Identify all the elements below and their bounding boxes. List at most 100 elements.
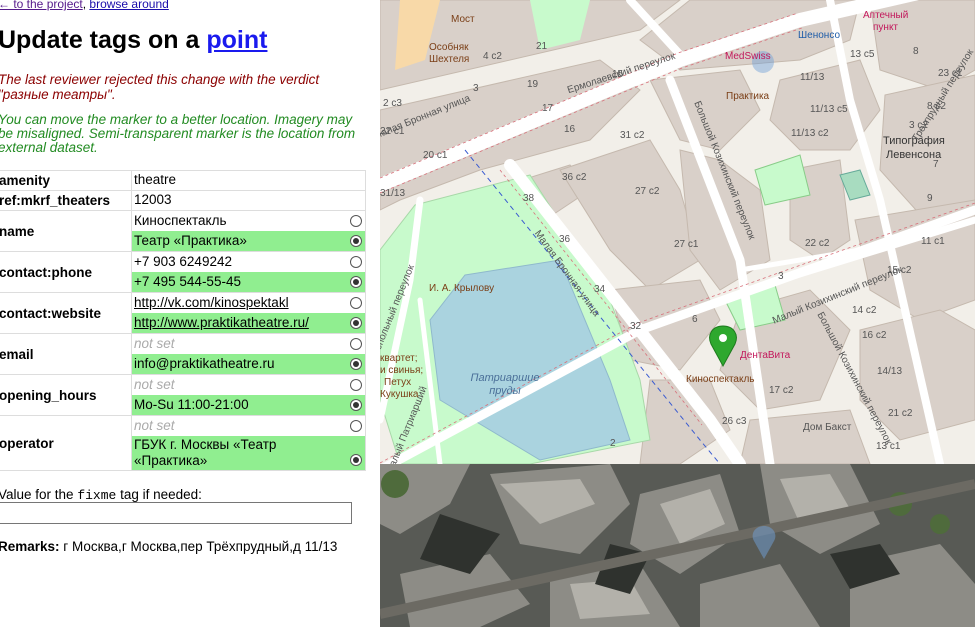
house-number: 2 — [610, 438, 616, 449]
tag-option-selected[interactable]: http://www.praktikatheatre.ru/ — [132, 313, 365, 333]
poi-label: Практика — [726, 91, 770, 102]
house-number: 11/13 с5 — [810, 104, 848, 115]
option-radio-checked[interactable] — [350, 235, 362, 247]
point-link[interactable]: point — [206, 26, 267, 54]
house-number: 31 с2 — [620, 130, 645, 141]
option-radio[interactable] — [350, 338, 362, 350]
marker-hint: You can move the marker to a better loca… — [0, 113, 376, 155]
fixme-label-prefix: Value for the — [0, 487, 78, 502]
house-number: 14/13 — [877, 366, 903, 377]
house-number: 11/13 — [800, 72, 825, 83]
tag-option-label: Mo-Su 11:00-21:00 — [134, 397, 249, 412]
tag-option[interactable]: Киноспектакль — [132, 211, 365, 231]
house-number: 2 с3 — [383, 98, 402, 109]
marker-hint-line3: external dataset. — [0, 140, 98, 155]
tag-key: opening_hours — [0, 374, 132, 416]
option-radio[interactable] — [350, 420, 362, 432]
house-number: 27 с2 — [635, 186, 660, 197]
poi-label: MedSwiss — [725, 51, 771, 62]
tag-option-selected[interactable]: info@praktikatheatre.ru — [132, 354, 365, 374]
poi-label: квартет; — [380, 353, 418, 364]
remarks: Remarks: г Москва,г Москва,пер Трёхпрудн… — [0, 539, 337, 554]
tag-option[interactable]: http://vk.com/kinospektakl — [132, 293, 365, 313]
poi-label: и свинья; — [380, 365, 424, 376]
tag-row-name: name Киноспектакль Театр «Практика» — [0, 210, 366, 252]
back-to-project-link[interactable]: ← to the project — [0, 0, 83, 11]
house-number: 9 — [927, 193, 933, 204]
tag-option-label: info@praktikatheatre.ru — [134, 356, 275, 371]
house-number: 7 — [933, 159, 939, 170]
house-number: 17 с2 — [769, 385, 794, 396]
not-set-label: not set — [134, 377, 175, 392]
tag-key: ref:mkrf_theaters — [0, 190, 132, 211]
not-set-label: not set — [134, 336, 175, 351]
website-link[interactable]: http://vk.com/kinospektakl — [134, 295, 289, 310]
satellite-canvas — [380, 464, 975, 627]
website-link[interactable]: http://www.praktikatheatre.ru/ — [134, 315, 309, 330]
tag-value: theatre — [134, 172, 177, 187]
tag-key: amenity — [0, 170, 132, 191]
house-number: 8 с2 — [927, 101, 946, 112]
poi-label: Аптечный — [863, 10, 909, 21]
house-number: 11 с1 — [921, 236, 945, 247]
house-number: 32 — [630, 321, 642, 332]
fixme-label: Value for the fixme tag if needed: — [0, 487, 202, 503]
reject-message-line1: The last reviewer rejected this change w… — [0, 72, 320, 87]
house-number: 34 — [594, 284, 606, 295]
option-radio[interactable] — [350, 256, 362, 268]
option-radio[interactable] — [350, 379, 362, 391]
option-radio-checked[interactable] — [350, 358, 362, 370]
poi-label: И. А. Крылову — [429, 283, 495, 294]
house-number: 15 с2 — [887, 265, 912, 276]
house-number: 4 с2 — [483, 51, 502, 62]
tag-option[interactable]: not set — [132, 334, 365, 354]
tag-value: 12003 — [134, 192, 172, 207]
tag-row-opening-hours: opening_hours not set Mo-Su 11:00-21:00 — [0, 374, 366, 416]
house-number: 22 с2 — [805, 238, 830, 249]
house-number: 17 — [542, 103, 554, 114]
house-number: 3 с2 — [909, 120, 928, 131]
osm-map[interactable]: Ермолаевский переулок Малая Бронная улиц… — [380, 0, 975, 464]
option-radio-checked[interactable] — [350, 276, 362, 288]
option-radio-checked[interactable] — [350, 454, 362, 466]
browse-around-link[interactable]: browse around — [89, 0, 168, 11]
option-radio[interactable] — [350, 215, 362, 227]
poi-label: Типография — [883, 135, 945, 147]
tag-key: name — [0, 210, 132, 252]
nav-separator: , — [82, 0, 87, 11]
tag-key: contact:website — [0, 292, 132, 334]
tag-option-selected[interactable]: ГБУК г. Москвы «Театр «Практика» — [132, 436, 365, 470]
tag-option-label: Киноспектакль — [134, 213, 227, 228]
reject-verdict: "разные театры". — [0, 87, 116, 102]
tag-row-email: email not set info@praktikatheatre.ru — [0, 333, 366, 375]
tag-option-selected[interactable]: Театр «Практика» — [132, 231, 365, 251]
satellite-imagery[interactable] — [380, 464, 975, 627]
house-number: 36 — [559, 234, 571, 245]
poi-label: ДентаВита — [740, 350, 791, 361]
top-navigation: ← to the project, browse around — [0, 0, 169, 11]
house-number: 27 с1 — [674, 239, 699, 250]
page-title: Update tags on a point — [0, 26, 267, 55]
review-panel: ← to the project, browse around Update t… — [0, 0, 380, 627]
tags-table: amenity theatre ref:mkrf_theaters 12003 … — [0, 170, 366, 471]
house-number: 21 с2 — [888, 408, 913, 419]
tag-option[interactable]: not set — [132, 416, 365, 436]
page-title-text: Update tags on a — [0, 26, 207, 54]
tag-option[interactable]: not set — [132, 375, 365, 395]
remarks-label: Remarks: — [0, 539, 60, 554]
tag-option-selected[interactable]: +7 495 544-55-45 — [132, 272, 365, 292]
tag-row-ref: ref:mkrf_theaters 12003 — [0, 190, 366, 211]
not-set-label: not set — [134, 418, 175, 433]
option-radio-checked[interactable] — [350, 317, 362, 329]
house-number: 20 с1 — [423, 150, 448, 161]
poi-label: Особняк — [429, 42, 469, 53]
reject-message: The last reviewer rejected this change w… — [0, 72, 370, 102]
tag-row-operator: operator not set ГБУК г. Москвы «Театр «… — [0, 415, 366, 471]
fixme-input[interactable] — [0, 502, 352, 524]
tag-option-selected[interactable]: Mo-Su 11:00-21:00 — [132, 395, 365, 415]
poi-label: Шенонсо — [798, 30, 841, 41]
house-number: 23 с1 — [938, 68, 963, 79]
tag-option[interactable]: +7 903 6249242 — [132, 252, 365, 272]
option-radio[interactable] — [350, 297, 362, 309]
option-radio-checked[interactable] — [350, 399, 362, 411]
